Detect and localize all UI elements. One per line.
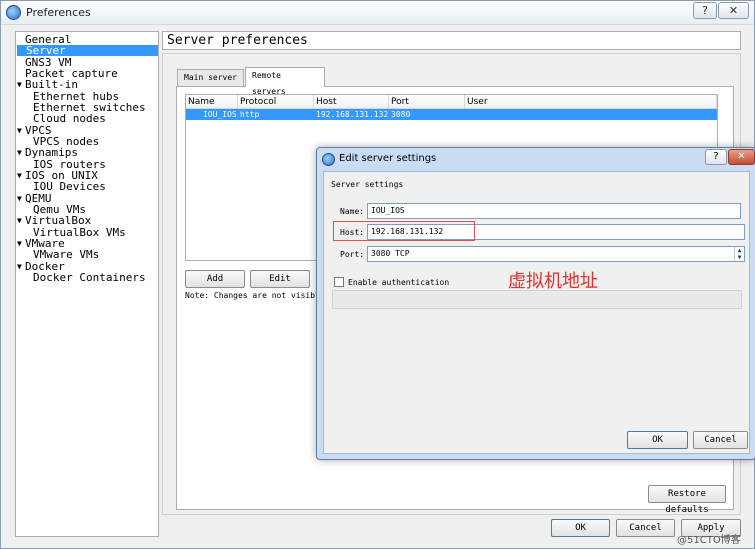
column-header-name[interactable]: Name: [186, 95, 238, 109]
column-header-host[interactable]: Host: [314, 95, 389, 109]
edit-server-dialog: Edit server settings ? ✕ Server settings…: [316, 147, 755, 460]
watermark: @51CTO博客: [677, 535, 741, 546]
restore-defaults-button[interactable]: Restore defaults: [648, 485, 726, 515]
help-button[interactable]: ?: [693, 2, 717, 19]
title-bar[interactable]: Preferences ? ✕: [1, 1, 754, 25]
expand-arrow-icon[interactable]: ▼: [17, 261, 22, 272]
tree-item-dynamips[interactable]: ▼ Dynamips: [17, 147, 78, 158]
tab-main-server[interactable]: Main server: [177, 69, 244, 87]
dialog-close-button[interactable]: ✕: [728, 149, 755, 165]
name-field[interactable]: IOU_IOS: [367, 203, 741, 219]
expand-arrow-icon[interactable]: ▼: [17, 193, 22, 204]
enable-authentication-label: Enable authentication: [348, 278, 450, 287]
dialog-help-button[interactable]: ?: [705, 149, 727, 165]
close-button[interactable]: ✕: [718, 2, 749, 19]
cell-port: 3080: [391, 110, 411, 119]
gns3-app-icon: [6, 5, 21, 20]
expand-arrow-icon[interactable]: ▼: [17, 147, 22, 158]
enable-authentication-checkbox[interactable]: [334, 277, 344, 287]
tree-item-docker-containers[interactable]: Docker Containers: [33, 272, 146, 283]
expand-arrow-icon[interactable]: ▼: [17, 215, 22, 226]
tree-item-server[interactable]: Server: [17, 45, 158, 56]
tree-item-vmware-vms[interactable]: VMware VMs: [33, 249, 99, 260]
column-header-port[interactable]: Port: [389, 95, 465, 109]
tree-item-iou-devices[interactable]: IOU Devices: [33, 181, 106, 192]
server-settings-group-label: Server settings: [331, 180, 404, 189]
cell-name: IOU_IOS: [203, 110, 237, 119]
name-label: Name:: [340, 207, 365, 216]
edit-button[interactable]: Edit: [250, 270, 310, 288]
expand-arrow-icon[interactable]: ▼: [17, 238, 22, 249]
ok-button[interactable]: OK: [551, 519, 610, 537]
column-header-user[interactable]: User: [465, 95, 717, 109]
expand-arrow-icon[interactable]: ▼: [17, 170, 22, 181]
dialog-title: Edit server settings: [339, 153, 437, 164]
dialog-ok-button[interactable]: OK: [627, 431, 688, 449]
cell-protocol: http: [240, 110, 260, 119]
gns3-dialog-icon: [322, 153, 335, 166]
preferences-window: Preferences ? ✕ General Server GNS3 VM P…: [0, 0, 755, 549]
tree-item-virtualbox[interactable]: ▼ VirtualBox: [17, 215, 91, 226]
annotation-text: 虚拟机地址: [508, 271, 598, 292]
expand-arrow-icon[interactable]: ▼: [17, 79, 22, 90]
tab-remote-servers[interactable]: Remote servers: [245, 67, 325, 96]
expand-arrow-icon[interactable]: ▼: [17, 125, 22, 136]
page-title: Server preferences: [162, 31, 741, 50]
dialog-cancel-button[interactable]: Cancel: [693, 431, 748, 449]
port-field[interactable]: 3080 TCP ▲ ▼: [367, 246, 745, 262]
port-label: Port:: [340, 250, 365, 259]
dialog-body: Server settings Name: IOU_IOS Host: 192.…: [323, 171, 750, 454]
cell-host: 192.168.131.132: [316, 110, 389, 119]
window-title: Preferences: [26, 6, 91, 19]
preferences-nav-tree[interactable]: General Server GNS3 VM Packet capture ▼ B…: [15, 31, 159, 537]
tree-item-cloud-nodes[interactable]: Cloud nodes: [33, 113, 106, 124]
port-spinner-icon[interactable]: ▲ ▼: [734, 247, 744, 261]
table-row[interactable]: IOU_IOS http 192.168.131.132 3080: [186, 109, 717, 120]
port-value: 3080 TCP: [371, 249, 410, 258]
cancel-button[interactable]: Cancel: [616, 519, 675, 537]
host-highlight-box: [333, 221, 475, 241]
changes-note: Note: Changes are not visible: [185, 291, 325, 300]
tree-item-built-in[interactable]: ▼ Built-in: [17, 79, 78, 90]
add-button[interactable]: Add: [185, 270, 245, 288]
